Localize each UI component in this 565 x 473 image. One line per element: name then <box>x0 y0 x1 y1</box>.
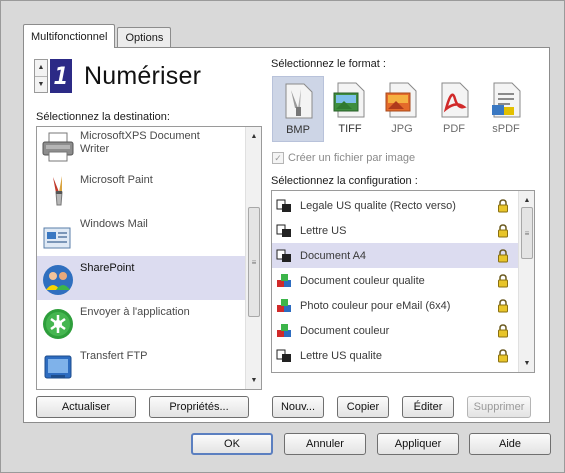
configuration-label: Sélectionnez la configuration : <box>271 175 418 187</box>
lock-icon <box>498 223 508 237</box>
sharepoint-icon <box>43 265 73 295</box>
config-item-label: Photo couleur pour eMail (6x4) <box>300 299 451 312</box>
one-file-per-image-checkbox[interactable]: ✓ <box>272 152 284 164</box>
spinner-down-icon[interactable]: ▼ <box>35 77 47 93</box>
format-bmp[interactable]: BMP <box>272 76 324 142</box>
refresh-button[interactable]: Actualiser <box>36 396 136 418</box>
color-document-icon <box>277 273 291 287</box>
tab-panel: ▲ ▼ 1 Numériser Sélectionnez la destinat… <box>23 47 550 423</box>
destination-item-label: MicrosoftXPS Document Writer <box>80 130 200 155</box>
destination-item-xps-writer[interactable]: MicrosoftXPS Document Writer <box>37 127 246 168</box>
button-number-spinner[interactable]: ▲ ▼ <box>34 59 48 93</box>
apply-button[interactable]: Appliquer <box>377 433 459 455</box>
ok-button[interactable]: OK <box>191 433 273 455</box>
lock-icon <box>498 323 508 337</box>
scan-title: Numériser <box>84 61 202 90</box>
configuration-list[interactable]: Legale US qualite (Recto verso) Lettre U… <box>271 190 535 373</box>
edit-config-button[interactable]: Éditer <box>402 396 454 418</box>
scroll-thumb[interactable]: ≡ <box>521 207 533 259</box>
color-document-icon <box>277 323 291 337</box>
config-item-label: Lettre US qualite <box>300 349 382 362</box>
format-spdf[interactable]: sPDF <box>480 76 532 142</box>
config-item-label: Document A4 <box>300 249 367 262</box>
tab-bar: Multifonctionnel Options <box>23 24 173 48</box>
config-item-letter-us[interactable]: Lettre US <box>272 218 519 243</box>
tiff-icon <box>333 82 365 118</box>
copy-config-button[interactable]: Copier <box>337 396 389 418</box>
bmp-icon <box>285 83 313 119</box>
properties-button[interactable]: Propriétés... <box>149 396 249 418</box>
destination-item-label: Transfert FTP <box>80 350 148 362</box>
jpg-icon <box>385 82 417 118</box>
cancel-button[interactable]: Annuler <box>284 433 366 455</box>
format-name: PDF <box>443 123 465 135</box>
bw-document-icon <box>276 349 291 362</box>
destination-label: Sélectionnez la destination: <box>36 111 170 123</box>
config-item-legal-duplex[interactable]: Legale US qualite (Recto verso) <box>272 193 519 218</box>
config-item-color-document[interactable]: Document couleur <box>272 318 519 343</box>
windows-mail-icon <box>43 227 71 249</box>
configuration-scrollbar[interactable]: ▲ ≡ ▼ <box>518 191 534 372</box>
config-item-label: Document couleur qualite <box>300 274 425 287</box>
printer-icon <box>42 132 74 162</box>
config-item-color-quality[interactable]: Document couleur qualite <box>272 268 519 293</box>
config-item-document-a4[interactable]: Document A4 <box>272 243 519 268</box>
destination-item-label: Microsoft Paint <box>80 174 153 186</box>
config-item-label: Lettre US <box>300 224 347 237</box>
pdf-icon <box>441 82 469 118</box>
scroll-thumb[interactable]: ≡ <box>248 207 260 317</box>
one-file-per-image-option[interactable]: ✓ Créer un fichier par image <box>272 152 415 164</box>
lock-icon <box>498 273 508 287</box>
scroll-up-arrow-icon[interactable]: ▲ <box>246 129 261 143</box>
destination-item-sharepoint[interactable]: SharePoint <box>37 256 246 300</box>
format-name: TIFF <box>338 123 362 135</box>
destination-item-ftp-transfer[interactable]: Transfert FTP <box>37 344 246 388</box>
tab-options[interactable]: Options <box>117 27 172 48</box>
bw-document-icon <box>276 224 291 237</box>
bw-document-icon <box>276 199 291 212</box>
format-name: JPG <box>391 123 413 135</box>
format-label: Sélectionnez le format : <box>271 58 386 70</box>
config-item-color-photo-email[interactable]: Photo couleur pour eMail (6x4) <box>272 293 519 318</box>
format-name: BMP <box>286 124 310 136</box>
bw-document-icon <box>276 249 291 262</box>
format-name: sPDF <box>492 123 520 135</box>
config-item-label: Document couleur <box>300 324 390 337</box>
config-item-letter-us-quality[interactable]: Lettre US qualite <box>272 343 519 368</box>
destination-scrollbar[interactable]: ▲ ≡ ▼ <box>245 127 261 389</box>
destination-item-label: Windows Mail <box>80 218 148 230</box>
destination-item-send-to-app[interactable]: Envoyer à l'application <box>37 300 246 344</box>
one-file-per-image-label: Créer un fichier par image <box>288 152 416 164</box>
destination-item-microsoft-paint[interactable]: Microsoft Paint <box>37 168 246 212</box>
format-tiff[interactable]: TIFF <box>324 76 376 142</box>
format-pdf[interactable]: PDF <box>428 76 480 142</box>
spdf-icon <box>492 82 521 118</box>
help-button[interactable]: Aide <box>469 433 551 455</box>
scroll-down-arrow-icon[interactable]: ▼ <box>246 373 261 387</box>
scroll-down-arrow-icon[interactable]: ▼ <box>519 356 534 370</box>
tab-multifonctionnel[interactable]: Multifonctionnel <box>23 24 116 48</box>
delete-config-button[interactable]: Supprimer <box>467 396 531 418</box>
format-jpg[interactable]: JPG <box>376 76 428 142</box>
lock-icon <box>498 348 508 362</box>
color-document-icon <box>277 298 291 312</box>
button-number-display: 1 <box>50 59 72 93</box>
format-selector: BMP TIFF JPG PDF sPDF <box>272 76 534 142</box>
new-config-button[interactable]: Nouv... <box>272 396 324 418</box>
scroll-up-arrow-icon[interactable]: ▲ <box>519 193 534 207</box>
send-to-app-icon <box>43 309 73 339</box>
destination-item-label: Envoyer à l'application <box>80 306 190 318</box>
lock-icon <box>498 248 508 262</box>
destination-list[interactable]: MicrosoftXPS Document Writer Microsoft P… <box>36 126 262 390</box>
config-item-label: Legale US qualite (Recto verso) <box>300 199 456 212</box>
destination-item-label: SharePoint <box>80 262 135 274</box>
lock-icon <box>498 298 508 312</box>
scan-dialog-window: Multifonctionnel Options ▲ ▼ 1 Numériser… <box>0 0 565 473</box>
lock-icon <box>498 198 508 212</box>
spinner-up-icon[interactable]: ▲ <box>35 60 47 77</box>
scan-header: ▲ ▼ 1 Numériser <box>34 56 254 96</box>
destination-item-windows-mail[interactable]: Windows Mail <box>37 212 246 256</box>
ftp-transfer-icon <box>44 355 72 379</box>
paint-icon <box>53 176 63 206</box>
